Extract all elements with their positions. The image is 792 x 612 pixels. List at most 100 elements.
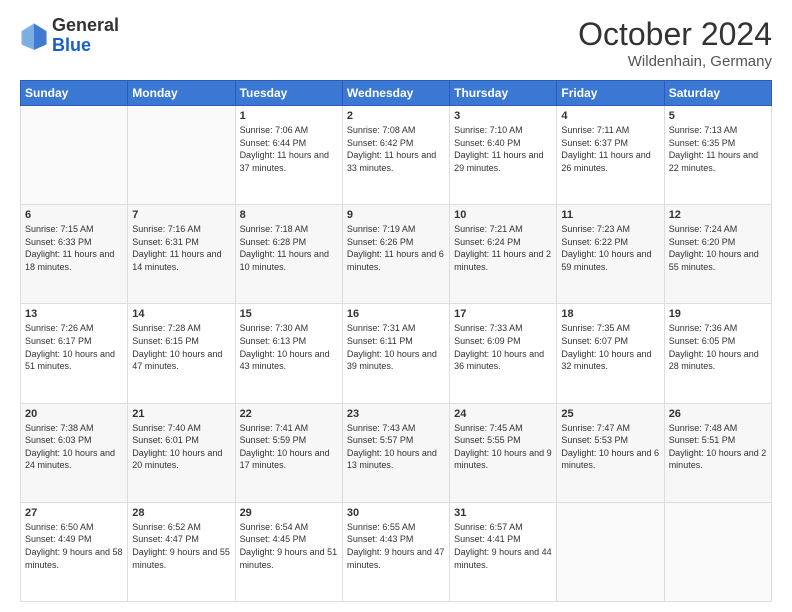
day-info: Sunrise: 7:28 AM Sunset: 6:15 PM Dayligh… xyxy=(132,322,230,372)
day-info: Sunrise: 6:54 AM Sunset: 4:45 PM Dayligh… xyxy=(240,521,338,571)
weekday-header-friday: Friday xyxy=(557,81,664,106)
week-row: 1Sunrise: 7:06 AM Sunset: 6:44 PM Daylig… xyxy=(21,106,772,205)
day-info: Sunrise: 7:43 AM Sunset: 5:57 PM Dayligh… xyxy=(347,422,445,472)
day-info: Sunrise: 7:13 AM Sunset: 6:35 PM Dayligh… xyxy=(669,124,767,174)
week-row: 13 Sunrise: 7:26 AM Sunset: 6:17 PM Dayli… xyxy=(21,304,772,403)
day-info: Sunrise: 7:38 AM Sunset: 6:03 PM Dayligh… xyxy=(25,422,123,472)
day-cell: 1Sunrise: 7:06 AM Sunset: 6:44 PM Daylig… xyxy=(235,106,342,205)
month-title: October 2024 xyxy=(578,16,772,53)
day-cell: 3 Sunrise: 7:10 AM Sunset: 6:40 PM Daylig… xyxy=(450,106,557,205)
day-number: 7 xyxy=(132,209,230,221)
day-cell: 4 Sunrise: 7:11 AM Sunset: 6:37 PM Daylig… xyxy=(557,106,664,205)
week-row: 20Sunrise: 7:38 AM Sunset: 6:03 PM Dayli… xyxy=(21,403,772,502)
logo-blue: Blue xyxy=(52,35,91,55)
day-number: 23 xyxy=(347,408,445,420)
day-number: 28 xyxy=(132,507,230,519)
day-info: Sunrise: 6:52 AM Sunset: 4:47 PM Dayligh… xyxy=(132,521,230,571)
day-info: Sunrise: 7:48 AM Sunset: 5:51 PM Dayligh… xyxy=(669,422,767,472)
day-number: 15 xyxy=(240,308,338,320)
week-row: 27 Sunrise: 6:50 AM Sunset: 4:49 PM Dayli… xyxy=(21,502,772,601)
day-number: 22 xyxy=(240,408,338,420)
day-number: 8 xyxy=(240,209,338,221)
logo-general: General xyxy=(52,15,119,35)
day-cell: 20Sunrise: 7:38 AM Sunset: 6:03 PM Dayli… xyxy=(21,403,128,502)
day-number: 9 xyxy=(347,209,445,221)
day-info: Sunrise: 7:33 AM Sunset: 6:09 PM Dayligh… xyxy=(454,322,552,372)
day-info: Sunrise: 7:11 AM Sunset: 6:37 PM Dayligh… xyxy=(561,124,659,174)
day-cell: 24Sunrise: 7:45 AM Sunset: 5:55 PM Dayli… xyxy=(450,403,557,502)
day-number: 5 xyxy=(669,110,767,122)
day-cell: 27 Sunrise: 6:50 AM Sunset: 4:49 PM Dayli… xyxy=(21,502,128,601)
day-cell: 18 Sunrise: 7:35 AM Sunset: 6:07 PM Dayli… xyxy=(557,304,664,403)
day-info: Sunrise: 7:10 AM Sunset: 6:40 PM Dayligh… xyxy=(454,124,552,174)
logo-icon xyxy=(20,22,48,50)
day-cell xyxy=(21,106,128,205)
day-number: 2 xyxy=(347,110,445,122)
day-info: Sunrise: 7:21 AM Sunset: 6:24 PM Dayligh… xyxy=(454,223,552,273)
day-cell: 21 Sunrise: 7:40 AM Sunset: 6:01 PM Dayli… xyxy=(128,403,235,502)
day-number: 13 xyxy=(25,308,123,320)
day-cell: 15 Sunrise: 7:30 AM Sunset: 6:13 PM Dayli… xyxy=(235,304,342,403)
day-number: 16 xyxy=(347,308,445,320)
day-number: 4 xyxy=(561,110,659,122)
title-block: October 2024 Wildenhain, Germany xyxy=(578,16,772,70)
header: General Blue October 2024 Wildenhain, Ge… xyxy=(20,16,772,70)
day-cell xyxy=(128,106,235,205)
weekday-header-saturday: Saturday xyxy=(664,81,771,106)
day-info: Sunrise: 7:15 AM Sunset: 6:33 PM Dayligh… xyxy=(25,223,123,273)
day-number: 21 xyxy=(132,408,230,420)
day-number: 1 xyxy=(240,110,338,122)
day-cell: 5 Sunrise: 7:13 AM Sunset: 6:35 PM Daylig… xyxy=(664,106,771,205)
day-cell: 19Sunrise: 7:36 AM Sunset: 6:05 PM Dayli… xyxy=(664,304,771,403)
calendar: SundayMondayTuesdayWednesdayThursdayFrid… xyxy=(20,80,772,602)
day-number: 3 xyxy=(454,110,552,122)
day-cell: 7 Sunrise: 7:16 AM Sunset: 6:31 PM Daylig… xyxy=(128,205,235,304)
day-cell: 30Sunrise: 6:55 AM Sunset: 4:43 PM Dayli… xyxy=(342,502,449,601)
day-number: 6 xyxy=(25,209,123,221)
day-cell: 12Sunrise: 7:24 AM Sunset: 6:20 PM Dayli… xyxy=(664,205,771,304)
day-number: 18 xyxy=(561,308,659,320)
day-number: 24 xyxy=(454,408,552,420)
weekday-header-thursday: Thursday xyxy=(450,81,557,106)
day-cell: 17Sunrise: 7:33 AM Sunset: 6:09 PM Dayli… xyxy=(450,304,557,403)
location: Wildenhain, Germany xyxy=(578,53,772,70)
day-number: 14 xyxy=(132,308,230,320)
day-number: 30 xyxy=(347,507,445,519)
day-info: Sunrise: 7:41 AM Sunset: 5:59 PM Dayligh… xyxy=(240,422,338,472)
day-info: Sunrise: 7:16 AM Sunset: 6:31 PM Dayligh… xyxy=(132,223,230,273)
day-cell: 8 Sunrise: 7:18 AM Sunset: 6:28 PM Daylig… xyxy=(235,205,342,304)
calendar-body: 1Sunrise: 7:06 AM Sunset: 6:44 PM Daylig… xyxy=(21,106,772,602)
weekday-header-monday: Monday xyxy=(128,81,235,106)
day-number: 10 xyxy=(454,209,552,221)
day-number: 11 xyxy=(561,209,659,221)
day-cell: 26Sunrise: 7:48 AM Sunset: 5:51 PM Dayli… xyxy=(664,403,771,502)
day-cell: 16 Sunrise: 7:31 AM Sunset: 6:11 PM Dayli… xyxy=(342,304,449,403)
day-cell: 25Sunrise: 7:47 AM Sunset: 5:53 PM Dayli… xyxy=(557,403,664,502)
day-cell: 6 Sunrise: 7:15 AM Sunset: 6:33 PM Daylig… xyxy=(21,205,128,304)
day-info: Sunrise: 7:26 AM Sunset: 6:17 PM Dayligh… xyxy=(25,322,123,372)
day-info: Sunrise: 7:19 AM Sunset: 6:26 PM Dayligh… xyxy=(347,223,445,273)
weekday-header-sunday: Sunday xyxy=(21,81,128,106)
day-info: Sunrise: 7:31 AM Sunset: 6:11 PM Dayligh… xyxy=(347,322,445,372)
day-info: Sunrise: 7:40 AM Sunset: 6:01 PM Dayligh… xyxy=(132,422,230,472)
logo: General Blue xyxy=(20,16,119,56)
weekday-row: SundayMondayTuesdayWednesdayThursdayFrid… xyxy=(21,81,772,106)
day-cell: 9 Sunrise: 7:19 AM Sunset: 6:26 PM Daylig… xyxy=(342,205,449,304)
day-cell: 14 Sunrise: 7:28 AM Sunset: 6:15 PM Dayli… xyxy=(128,304,235,403)
page: General Blue October 2024 Wildenhain, Ge… xyxy=(0,0,792,612)
day-cell: 11Sunrise: 7:23 AM Sunset: 6:22 PM Dayli… xyxy=(557,205,664,304)
day-info: Sunrise: 7:08 AM Sunset: 6:42 PM Dayligh… xyxy=(347,124,445,174)
day-cell: 23 Sunrise: 7:43 AM Sunset: 5:57 PM Dayli… xyxy=(342,403,449,502)
weekday-header-wednesday: Wednesday xyxy=(342,81,449,106)
day-number: 19 xyxy=(669,308,767,320)
day-number: 12 xyxy=(669,209,767,221)
day-info: Sunrise: 7:35 AM Sunset: 6:07 PM Dayligh… xyxy=(561,322,659,372)
day-info: Sunrise: 6:50 AM Sunset: 4:49 PM Dayligh… xyxy=(25,521,123,571)
day-cell: 22 Sunrise: 7:41 AM Sunset: 5:59 PM Dayli… xyxy=(235,403,342,502)
day-info: Sunrise: 7:18 AM Sunset: 6:28 PM Dayligh… xyxy=(240,223,338,273)
day-number: 27 xyxy=(25,507,123,519)
calendar-header: SundayMondayTuesdayWednesdayThursdayFrid… xyxy=(21,81,772,106)
day-info: Sunrise: 7:30 AM Sunset: 6:13 PM Dayligh… xyxy=(240,322,338,372)
day-number: 25 xyxy=(561,408,659,420)
day-cell xyxy=(557,502,664,601)
